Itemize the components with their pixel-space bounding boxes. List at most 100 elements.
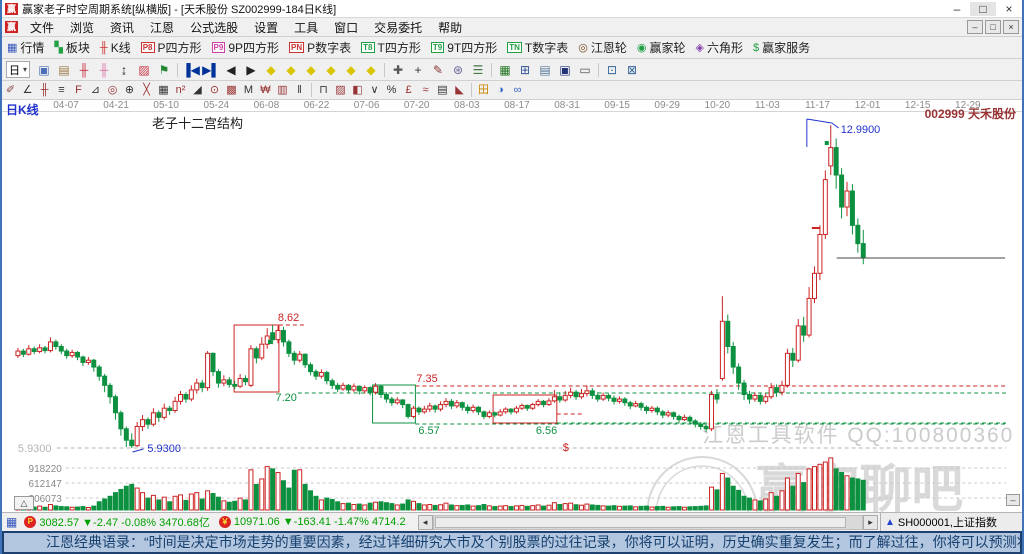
toolbar-button-p-number-table[interactable]: PNP数字表 <box>284 39 356 56</box>
w-pattern-icon[interactable]: ₩ <box>257 83 274 98</box>
scrollbar-track[interactable] <box>433 515 863 530</box>
pan-icon[interactable]: ✚ <box>388 61 408 79</box>
zoom-in-icon[interactable]: ◆ <box>281 61 301 79</box>
toolbar-button-winner-service[interactable]: $赢家服务 <box>748 39 815 56</box>
close-button[interactable]: × <box>996 2 1022 16</box>
kline-red-icon[interactable]: ╫ <box>74 61 94 79</box>
toolbar-button-hexagon[interactable]: ◈六角形 <box>690 39 747 56</box>
ruler-icon[interactable]: ▤ <box>434 83 451 98</box>
kline-pink-icon[interactable]: ╫ <box>94 61 114 79</box>
m-pattern-icon[interactable]: M <box>240 83 257 98</box>
draw-icon[interactable]: ✎ <box>428 61 448 79</box>
chart-window-icon[interactable]: ▣ <box>34 61 54 79</box>
minimize-button[interactable]: – <box>944 2 970 16</box>
toolbar-button-winner-wheel[interactable]: ◉赢家轮 <box>632 39 691 56</box>
toolbar-button-t-number-table[interactable]: TNT数字表 <box>502 39 573 56</box>
mdi-close-button[interactable]: × <box>1003 20 1019 34</box>
toolbar-button-p-square[interactable]: P8P四方形 <box>136 39 207 56</box>
parallel-icon[interactable]: ‖ <box>291 83 308 98</box>
fan-tool-icon[interactable]: ◣ <box>451 83 468 98</box>
expand-h-icon[interactable]: ◆ <box>301 61 321 79</box>
square-number-icon[interactable]: n² <box>172 83 189 98</box>
last-bar-icon[interactable]: ▶▌ <box>201 61 221 79</box>
toolbar-button-quotes[interactable]: ▦行情 <box>2 39 49 56</box>
grid-window-icon[interactable]: 田 <box>475 83 492 98</box>
menu-item-交易委托[interactable]: 交易委托 <box>366 21 430 35</box>
kline-svg[interactable]: 江恩工具软件 QQ:100800360赢家聊吧8.627.357.206.576… <box>2 100 1022 512</box>
circle-tool-icon[interactable]: ◎ <box>104 83 121 98</box>
first-bar-icon[interactable]: ▐◀ <box>181 61 201 79</box>
menu-item-资讯[interactable]: 资讯 <box>102 21 142 35</box>
menu-item-设置[interactable]: 设置 <box>246 21 286 35</box>
crosshair-icon[interactable]: + <box>408 61 428 79</box>
horizontal-scrollbar[interactable]: ◂ ▸ <box>418 515 878 530</box>
wheel-tool-icon[interactable]: ⊛ <box>448 61 468 79</box>
scrollbar-thumb[interactable] <box>435 517 846 528</box>
menu-item-公式选股[interactable]: 公式选股 <box>182 21 246 35</box>
menu-item-帮助[interactable]: 帮助 <box>430 21 470 35</box>
triangle-tool-icon[interactable]: ⊿ <box>87 83 104 98</box>
fibonacci-icon[interactable]: F <box>70 83 87 98</box>
price-level-icon[interactable]: £ <box>400 83 417 98</box>
flag-icon[interactable]: ⚑ <box>154 61 174 79</box>
x-lines-icon[interactable]: ╳ <box>138 83 155 98</box>
remote-pc-icon[interactable]: ⊡ <box>602 61 622 79</box>
prev-bar-icon[interactable]: ◀ <box>221 61 241 79</box>
printer-icon[interactable]: ▭ <box>575 61 595 79</box>
scroll-left-button[interactable]: ◂ <box>418 515 433 530</box>
half-square-icon[interactable]: ◧ <box>349 83 366 98</box>
kline-chart-area[interactable]: 江恩工具软件 QQ:100800360赢家聊吧8.627.357.206.576… <box>2 100 1022 512</box>
save-icon[interactable]: ▣ <box>555 61 575 79</box>
expand-volume-button[interactable]: △ <box>14 496 34 510</box>
menu-item-窗口[interactable]: 窗口 <box>326 21 366 35</box>
quote-table-icon[interactable]: ▦ <box>6 515 17 529</box>
toolbar-button-9p-square[interactable]: P99P四方形 <box>207 39 284 56</box>
shrink-v-icon[interactable]: ◆ <box>361 61 381 79</box>
toolbar-button-gann-wheel[interactable]: ◎江恩轮 <box>573 39 632 56</box>
overlay-icon[interactable]: ▨ <box>134 61 154 79</box>
pie-icon[interactable]: ◑ <box>492 83 509 98</box>
mdi-restore-button[interactable]: □ <box>985 20 1001 34</box>
level-lines-icon[interactable]: ≡ <box>53 83 70 98</box>
network-icon[interactable]: ⊠ <box>622 61 642 79</box>
shrink-h-icon[interactable]: ◆ <box>321 61 341 79</box>
menu-item-工具[interactable]: 工具 <box>286 21 326 35</box>
toolbar-button-9t-square[interactable]: T99T四方形 <box>426 39 502 56</box>
calculator-icon[interactable]: ⊞ <box>515 61 535 79</box>
gann-grid-icon[interactable]: ╫ <box>36 83 53 98</box>
wedge-tool-icon[interactable]: ◢ <box>189 83 206 98</box>
toolbar-button-t-square[interactable]: T8T四方形 <box>356 39 426 56</box>
next-bar-icon[interactable]: ▶ <box>241 61 261 79</box>
hatch-tool-icon[interactable]: ▨ <box>332 83 349 98</box>
quote-list-icon[interactable]: ▤ <box>54 61 74 79</box>
report-icon[interactable]: ▤ <box>535 61 555 79</box>
abacus-icon[interactable]: ☰ <box>468 61 488 79</box>
box-tool-icon[interactable]: ⊓ <box>315 83 332 98</box>
angle-line-icon[interactable]: ∠ <box>19 83 36 98</box>
cross-circle-icon[interactable]: ⊕ <box>121 83 138 98</box>
wave-tool-icon[interactable]: ≈ <box>417 83 434 98</box>
expand-v-icon[interactable]: ◆ <box>341 61 361 79</box>
pencil-icon[interactable]: ✐ <box>2 83 19 98</box>
period-dropdown[interactable]: 日 ▾ <box>6 61 30 78</box>
grid-tool-icon[interactable]: ▦ <box>155 83 172 98</box>
bars-tool-icon[interactable]: ▥ <box>274 83 291 98</box>
scroll-nub-button[interactable]: – <box>1006 494 1020 506</box>
target-tool-icon[interactable]: ⊙ <box>206 83 223 98</box>
shade-tool-icon[interactable]: ▩ <box>223 83 240 98</box>
date-tick-label: 07-20 <box>404 100 430 111</box>
calendar-icon[interactable]: ▦ <box>495 61 515 79</box>
infinity-icon[interactable]: ∞ <box>509 83 526 98</box>
toolbar-button-kline[interactable]: ╫K线 <box>95 39 136 56</box>
toolbar-button-sectors[interactable]: ▚板块 <box>49 39 94 56</box>
menu-item-文件[interactable]: 文件 <box>22 21 62 35</box>
zoom-out-icon[interactable]: ◆ <box>261 61 281 79</box>
v-pattern-icon[interactable]: ∨ <box>366 83 383 98</box>
maximize-button[interactable]: □ <box>970 2 996 16</box>
menu-item-浏览[interactable]: 浏览 <box>62 21 102 35</box>
percent-icon[interactable]: % <box>383 83 400 98</box>
vertical-line-icon[interactable]: ↨ <box>114 61 134 79</box>
mdi-minimize-button[interactable]: – <box>967 20 983 34</box>
scroll-right-button[interactable]: ▸ <box>863 515 878 530</box>
menu-item-江恩[interactable]: 江恩 <box>142 21 182 35</box>
